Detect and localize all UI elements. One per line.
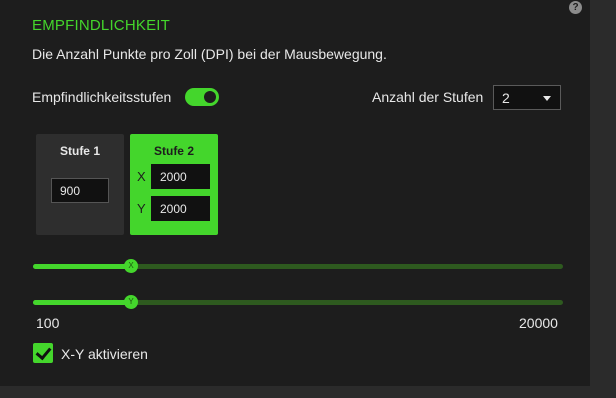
slider-min-label: 100	[36, 315, 60, 331]
window-edge	[0, 386, 590, 398]
xy-enable-checkbox[interactable]	[33, 343, 53, 363]
sensitivity-panel: ? EMPFINDLICHKEIT Die Anzahl Punkte pro …	[0, 0, 590, 386]
slider-max-label: 20000	[519, 315, 558, 331]
help-icon[interactable]: ?	[569, 1, 582, 14]
y-dpi-slider[interactable]: Y	[33, 295, 563, 309]
stage-1-dpi-input[interactable]: 900	[51, 178, 109, 203]
stages-toggle-label: Empfindlichkeitsstufen	[32, 89, 172, 105]
checkmark-icon	[35, 343, 52, 361]
section-description: Die Anzahl Punkte pro Zoll (DPI) bei der…	[32, 46, 387, 62]
stage-title: Stufe 2	[153, 144, 194, 158]
x-dpi-slider[interactable]: X	[33, 259, 563, 273]
stage-count-select[interactable]: 2	[493, 85, 561, 110]
stage-title: Stufe 1	[59, 144, 100, 158]
stage-count-value: 2	[502, 90, 510, 106]
stage-2-x-dpi-input[interactable]: 2000	[151, 164, 210, 189]
y-slider-thumb[interactable]: Y	[124, 295, 138, 309]
slider-fill	[33, 300, 131, 305]
x-axis-label: X	[137, 169, 146, 184]
stage-card-2[interactable]: Stufe 2 X 2000 Y 2000	[130, 134, 218, 235]
stage-card-1[interactable]: Stufe 1 900	[36, 134, 124, 235]
slider-fill	[33, 264, 131, 269]
stage-count-label: Anzahl der Stufen	[372, 89, 484, 105]
window-edge	[590, 0, 616, 398]
stages-toggle[interactable]	[185, 88, 219, 106]
toggle-knob	[204, 91, 216, 103]
section-title: EMPFINDLICHKEIT	[32, 17, 171, 34]
xy-enable-label: X-Y aktivieren	[61, 346, 148, 362]
chevron-down-icon	[543, 96, 551, 101]
x-slider-thumb[interactable]: X	[124, 259, 138, 273]
stage-2-y-dpi-input[interactable]: 2000	[151, 196, 210, 221]
y-axis-label: Y	[137, 201, 146, 216]
